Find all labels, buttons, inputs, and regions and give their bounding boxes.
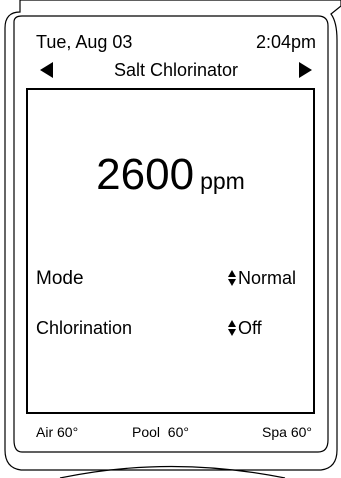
mode-row: Mode Normal <box>36 268 305 296</box>
chlorination-value: Off <box>238 318 262 338</box>
salt-reading: 2600 ppm <box>28 150 313 200</box>
salt-value: 2600 <box>96 150 195 199</box>
chlorination-selector[interactable]: Off <box>228 318 262 339</box>
up-down-arrows-icon <box>228 270 237 286</box>
up-down-arrows-icon <box>228 320 237 336</box>
top-bar: Tue, Aug 03 2:04pm <box>36 32 316 56</box>
mode-selector[interactable]: Normal <box>228 268 296 289</box>
spa-temperature: Spa 60° <box>262 424 312 440</box>
screen-title: Salt Chlorinator <box>113 60 239 80</box>
device-screen: Tue, Aug 03 2:04pm Salt Chlorinator 2600… <box>0 0 341 478</box>
pool-temperature: Pool 60° <box>132 424 189 440</box>
air-temperature: Air 60° <box>36 424 79 440</box>
chlorination-row: Chlorination Off <box>36 318 305 346</box>
status-bar: Air 60° Pool 60° Spa 60° <box>30 424 312 444</box>
salt-unit: ppm <box>200 168 245 194</box>
mode-value: Normal <box>238 268 297 288</box>
title-bar: Salt Chlorinator <box>36 60 316 86</box>
time-label: 2:04pm <box>255 32 316 52</box>
next-arrow-icon[interactable] <box>299 62 312 78</box>
date-label: Tue, Aug 03 <box>36 32 133 52</box>
main-panel: 2600 ppm Mode Normal Chlorination Off <box>26 88 315 414</box>
mode-label: Mode <box>36 268 84 289</box>
chlorination-label: Chlorination <box>36 318 133 338</box>
